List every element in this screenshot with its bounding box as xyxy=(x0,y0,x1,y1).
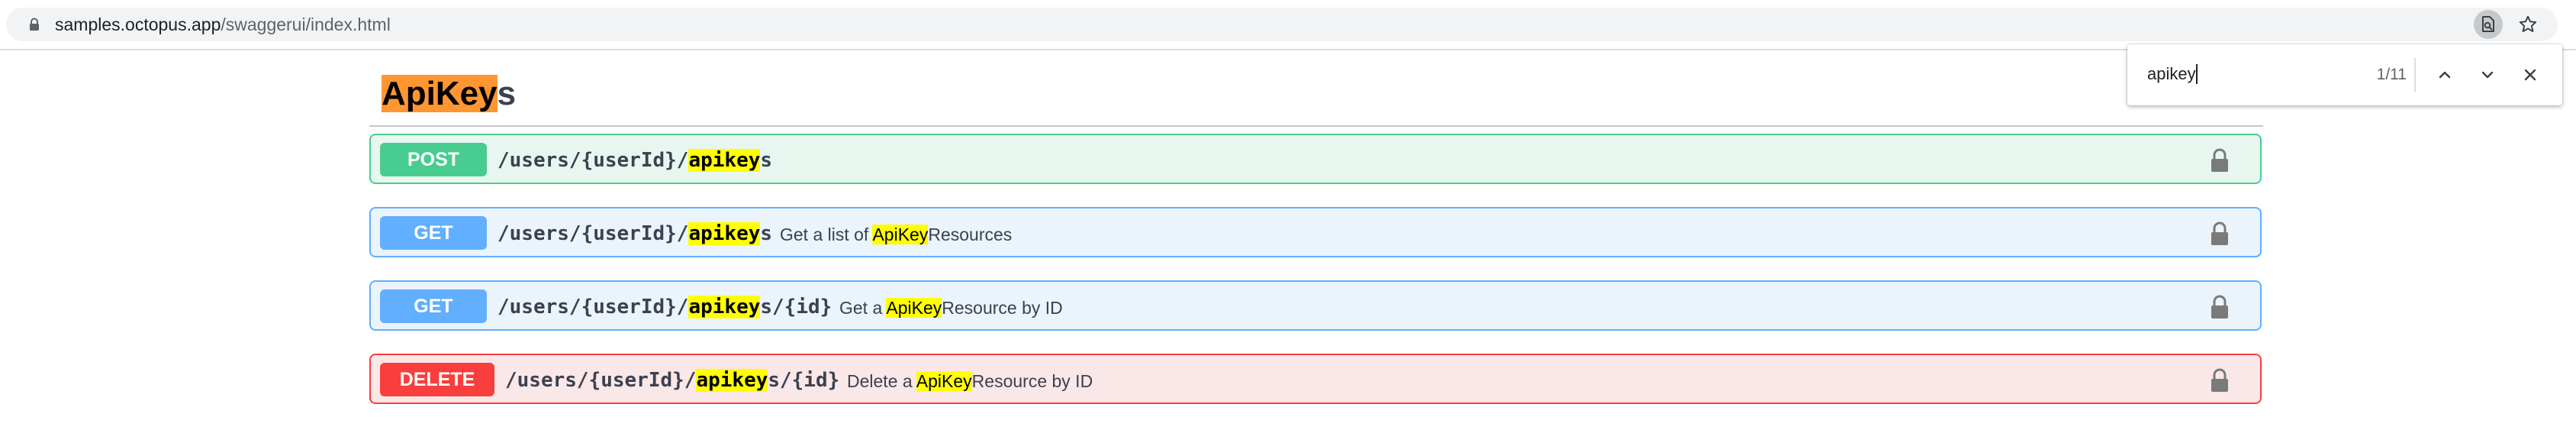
summary-highlight: ApiKey xyxy=(916,371,972,391)
operation-summary: Get a ApiKeyResource by ID xyxy=(839,297,1063,318)
summary-prefix: Delete a xyxy=(847,371,916,391)
path-highlight: apikey xyxy=(696,369,768,392)
operation-get-apikey-by-id[interactable]: GET /users/{userId}/apikeys/{id} Get a A… xyxy=(369,280,2262,331)
search-in-page-button[interactable] xyxy=(2474,10,2503,39)
find-query: apikey xyxy=(2147,64,2196,83)
operation-delete-apikey[interactable]: DELETE /users/{userId}/apikeys/{id} Dele… xyxy=(369,354,2262,404)
section-divider xyxy=(369,125,2263,127)
chevron-up-icon xyxy=(2439,71,2451,79)
path-suffix: s/{id} xyxy=(768,369,840,392)
find-bar: apikey 1/11 xyxy=(2127,44,2562,105)
path-prefix: /users/{userId}/ xyxy=(497,296,689,318)
method-badge-get: GET xyxy=(380,289,487,323)
lock-icon[interactable] xyxy=(2210,294,2230,320)
path-prefix: /users/{userId}/ xyxy=(497,149,689,172)
path-suffix: s xyxy=(760,222,773,245)
path-highlight: apikey xyxy=(688,149,761,172)
lock-icon[interactable] xyxy=(2210,221,2230,247)
path-highlight: apikey xyxy=(688,296,761,318)
find-match-count: 1/11 xyxy=(2376,66,2407,83)
path-prefix: /users/{userId}/ xyxy=(505,369,697,392)
operation-path: /users/{userId}/apikeys xyxy=(497,148,772,173)
url-path: /swaggerui/index.html xyxy=(221,15,391,34)
title-highlight: ApiKey xyxy=(382,75,497,112)
operation-summary: Get a list of ApiKeyResources xyxy=(780,224,1012,245)
operation-path: /users/{userId}/apikeys xyxy=(497,221,772,246)
url-host: samples.octopus.app xyxy=(55,15,221,34)
find-previous-button[interactable] xyxy=(2429,60,2460,90)
lock-icon[interactable] xyxy=(29,18,40,31)
lock-icon[interactable] xyxy=(2210,147,2230,173)
bookmark-button[interactable] xyxy=(2513,10,2542,39)
address-bar[interactable]: samples.octopus.app/swaggerui/index.html xyxy=(6,8,2558,41)
summary-suffix: Resource by ID xyxy=(942,298,1063,318)
find-close-button[interactable] xyxy=(2515,60,2545,90)
close-icon xyxy=(2524,69,2536,81)
operation-path: /users/{userId}/apikeys/{id} xyxy=(505,368,839,393)
summary-suffix: Resource by ID xyxy=(971,371,1093,391)
path-highlight: apikey xyxy=(688,222,761,245)
path-suffix: s/{id} xyxy=(760,296,832,318)
lock-icon[interactable] xyxy=(2210,367,2230,393)
operation-get-apikeys[interactable]: GET /users/{userId}/apikeys Get a list o… xyxy=(369,207,2262,257)
find-next-button[interactable] xyxy=(2472,60,2503,90)
path-suffix: s xyxy=(760,149,773,172)
star-icon xyxy=(2519,15,2537,32)
find-divider xyxy=(2414,58,2416,92)
operation-summary: Delete a ApiKeyResource by ID xyxy=(847,370,1093,392)
summary-suffix: Resources xyxy=(928,225,1013,244)
operation-post-apikeys[interactable]: POST /users/{userId}/apikeys xyxy=(369,134,2262,184)
title-rest: s xyxy=(497,75,517,112)
summary-prefix: Get a list of xyxy=(780,225,873,244)
method-badge-delete: DELETE xyxy=(380,363,494,396)
path-prefix: /users/{userId}/ xyxy=(497,222,689,245)
find-input[interactable]: apikey xyxy=(2147,64,2198,84)
method-badge-post: POST xyxy=(380,143,487,176)
text-caret xyxy=(2195,64,2198,84)
operation-path: /users/{userId}/apikeys/{id} xyxy=(497,295,832,319)
summary-prefix: Get a xyxy=(839,298,887,318)
summary-highlight: ApiKey xyxy=(872,225,929,244)
chevron-down-icon xyxy=(2481,71,2494,79)
method-badge-get: GET xyxy=(380,216,487,250)
search-in-page-icon xyxy=(2482,16,2494,32)
section-title[interactable]: ApiKeys xyxy=(382,74,516,114)
url-text[interactable]: samples.octopus.app/swaggerui/index.html xyxy=(55,15,391,34)
browser-toolbar: samples.octopus.app/swaggerui/index.html xyxy=(0,0,2576,50)
summary-highlight: ApiKey xyxy=(886,298,942,318)
